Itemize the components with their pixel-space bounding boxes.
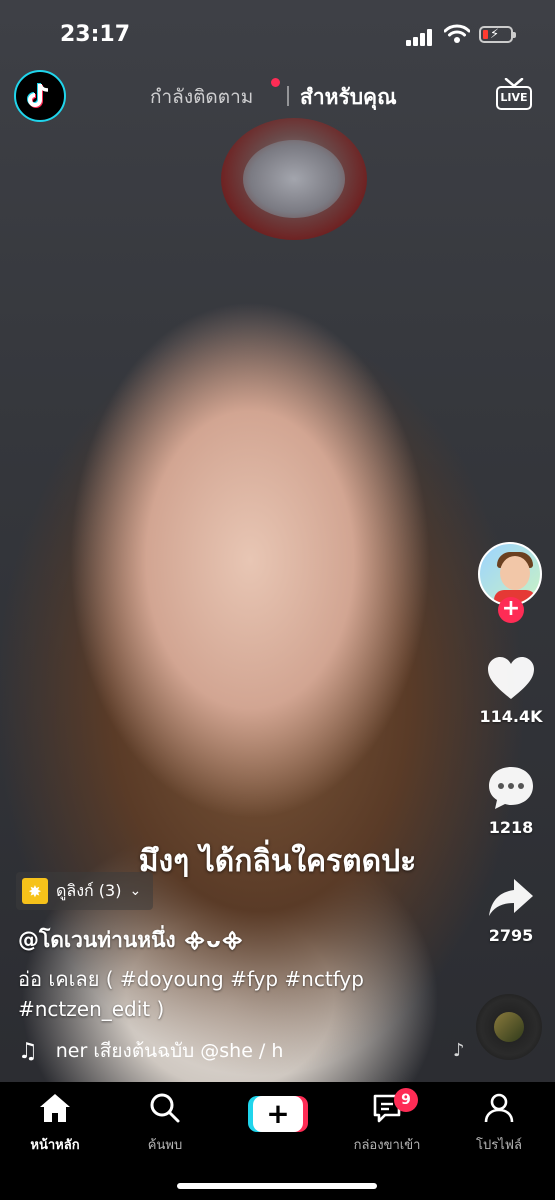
nav-discover[interactable]: ค้นพบ xyxy=(120,1092,210,1155)
inbox-badge: 9 xyxy=(394,1088,418,1112)
comment-icon xyxy=(489,767,533,809)
follow-plus-button[interactable]: + xyxy=(498,597,524,623)
heart-icon xyxy=(488,657,534,699)
music-disc-button[interactable] xyxy=(476,994,542,1060)
nav-home-label: หน้าหลัก xyxy=(30,1138,80,1153)
tab-divider xyxy=(287,86,289,106)
related-links-button[interactable]: ✸ ดูลิงก์ (3) ⌄ xyxy=(16,872,154,910)
nav-profile-label: โปรไฟล์ xyxy=(476,1138,522,1153)
nav-discover-label: ค้นพบ xyxy=(147,1138,183,1153)
related-links-label: ดูลิงก์ (3) xyxy=(56,880,122,900)
comment-button[interactable]: 1218 xyxy=(478,764,544,837)
home-icon xyxy=(40,1094,70,1122)
video-description[interactable]: อ่อ เคเลย ( #doyoung #fyp #nctfyp #nctze… xyxy=(18,964,438,1024)
live-label: LIVE xyxy=(496,86,532,110)
creator-username[interactable]: @โดเวนท่านหนึ่ง ᯽ᴗ᯽ xyxy=(18,924,244,957)
music-title: ner เสียงต้นฉบับ @she / h xyxy=(55,1040,284,1062)
nav-inbox-label: กล่องขาเข้า xyxy=(353,1138,421,1153)
home-indicator xyxy=(177,1183,377,1189)
status-time: 23:17 xyxy=(60,22,131,47)
video-feed-screen[interactable]: 23:17 ⚡ กำลังติดตาม สำหรับคุณ LIVE + 114… xyxy=(0,0,555,1200)
comment-count: 1218 xyxy=(488,818,534,837)
following-notification-dot xyxy=(271,78,280,87)
live-button[interactable]: LIVE xyxy=(496,78,534,112)
share-button[interactable]: 2795 xyxy=(478,876,544,945)
ceiling-lamp xyxy=(221,118,367,240)
like-button[interactable]: 114.4K xyxy=(478,655,544,726)
music-note-icon: ♫ xyxy=(18,1038,38,1064)
battery-icon: ⚡ xyxy=(479,26,516,43)
nav-profile[interactable]: โปรไฟล์ xyxy=(454,1092,544,1155)
plus-icon: + xyxy=(253,1096,303,1132)
search-icon xyxy=(150,1093,180,1123)
like-count: 114.4K xyxy=(479,707,543,726)
tiktok-logo-icon[interactable] xyxy=(14,70,66,122)
status-bar: 23:17 ⚡ xyxy=(0,0,555,70)
create-video-button[interactable]: + xyxy=(248,1096,308,1132)
wifi-icon xyxy=(444,24,470,43)
related-thumbnail-icon: ✸ xyxy=(22,878,48,904)
music-ticker[interactable]: ♫ ner เสียงต้นฉบับ @she / h xyxy=(18,1036,318,1066)
nav-inbox[interactable]: กล่องขาเข้า xyxy=(342,1092,432,1155)
chevron-down-icon: ⌄ xyxy=(129,883,142,899)
tab-following[interactable]: กำลังติดตาม xyxy=(150,82,253,112)
profile-person-icon xyxy=(484,1093,514,1123)
nav-home[interactable]: หน้าหลัก xyxy=(10,1092,100,1155)
cellular-signal-icon xyxy=(406,28,434,46)
tab-for-you[interactable]: สำหรับคุณ xyxy=(300,81,397,114)
share-count: 2795 xyxy=(488,926,534,945)
floating-music-note-icon: ♪ xyxy=(453,1040,465,1061)
